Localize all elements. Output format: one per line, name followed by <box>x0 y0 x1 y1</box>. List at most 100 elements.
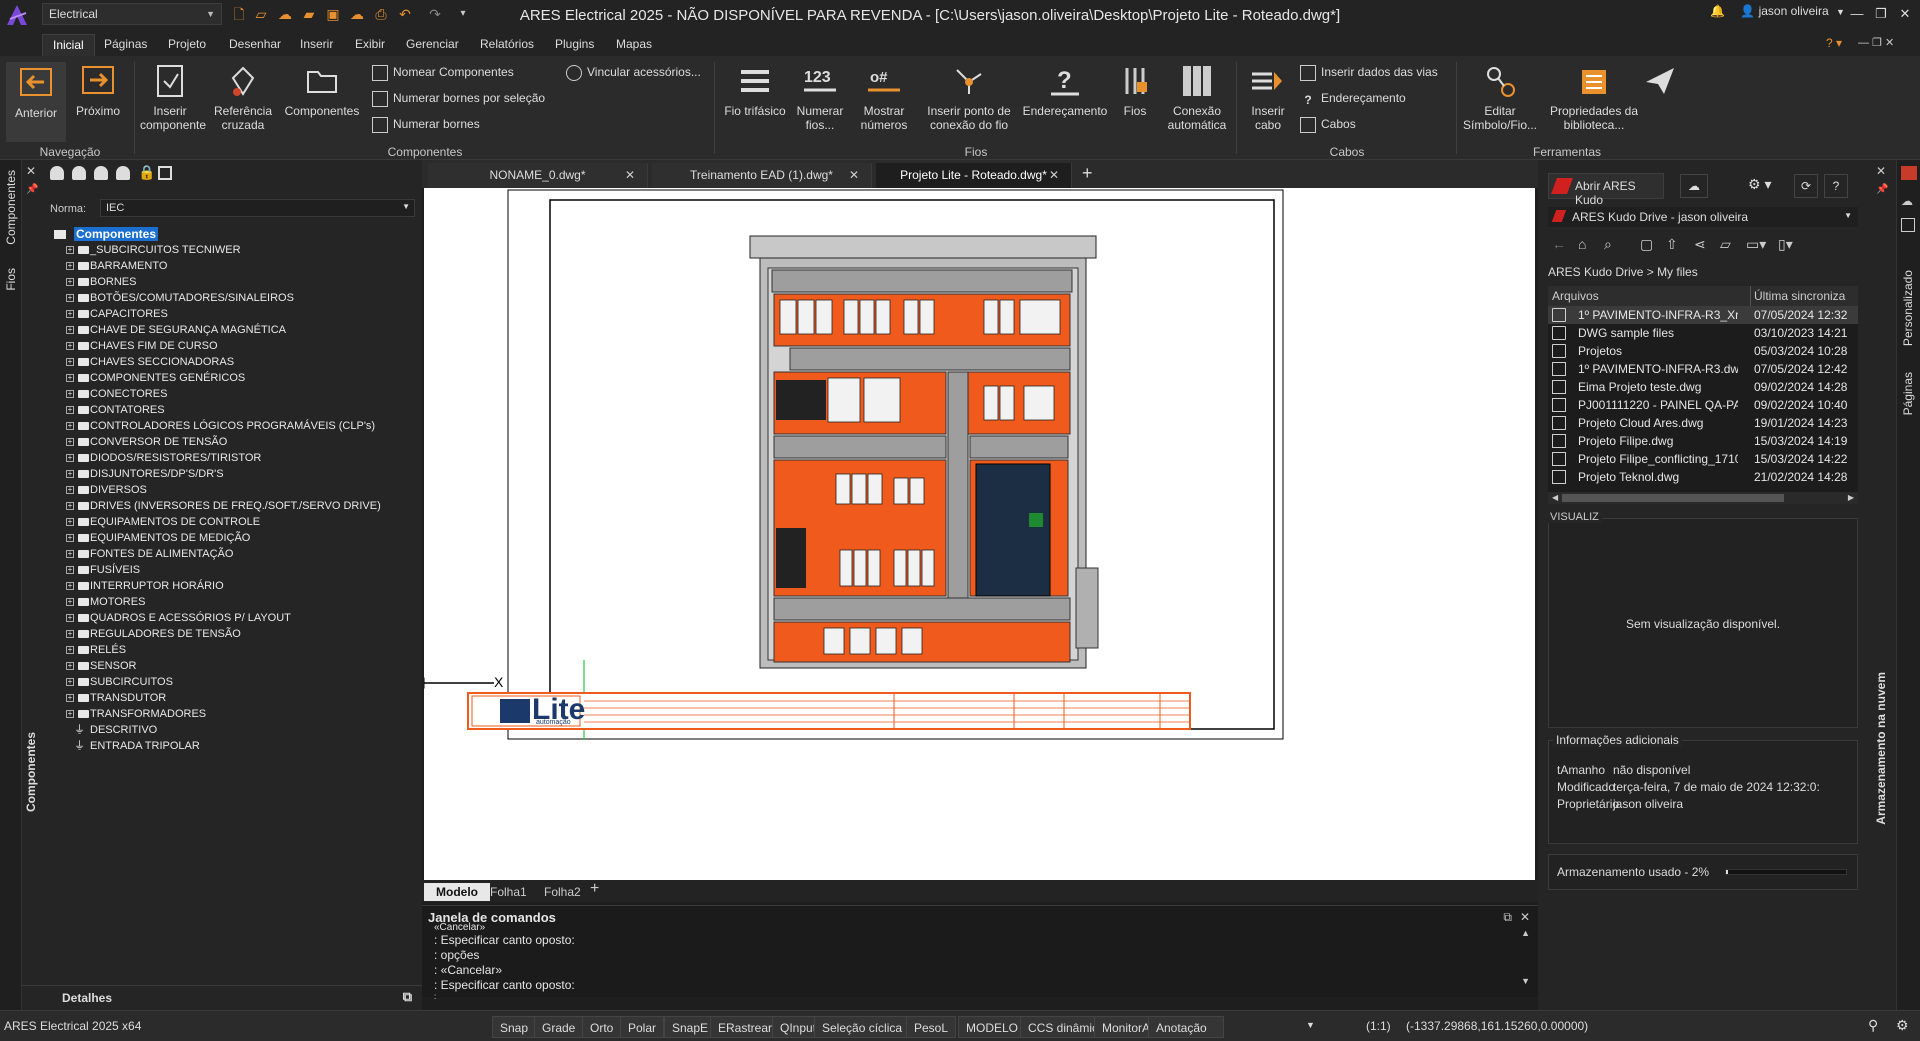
tree-folder[interactable]: + BOTÕES/COMUTADORES/SINALEIROS <box>50 290 420 306</box>
new-tab-icon[interactable]: + <box>1082 163 1093 184</box>
print-icon[interactable]: ⎙ <box>372 5 390 23</box>
tree-folder[interactable]: + CHAVE DE SEGURANÇA MAGNÉTICA <box>50 322 420 338</box>
menu-desenhar[interactable]: Desenhar <box>219 34 291 56</box>
bottom-tab-componentes[interactable]: Componentes <box>24 732 38 812</box>
expand-icon[interactable]: + <box>66 374 74 382</box>
status-toggle[interactable]: Grade <box>534 1016 584 1038</box>
home-icon[interactable]: ⌂ <box>1578 236 1586 252</box>
cloud-open-icon[interactable]: ☁ <box>276 5 294 23</box>
expand-icon[interactable]: + <box>66 358 74 366</box>
expand-icon[interactable]: + <box>66 630 74 638</box>
file-row[interactable]: Eima Projeto teste.dwg 09/02/2024 14:28 <box>1548 378 1858 396</box>
expand-icon[interactable]: + <box>66 710 74 718</box>
pages-icon[interactable] <box>1901 218 1915 232</box>
kudo-strip-icon[interactable] <box>1901 166 1917 180</box>
tree-folder[interactable]: + FONTES DE ALIMENTAÇÃO <box>50 546 420 562</box>
expand-icon[interactable]: + <box>66 662 74 670</box>
tree-folder[interactable]: + QUADROS E ACESSÓRIOS P/ LAYOUT <box>50 610 420 626</box>
mostrar-numeros-button[interactable]: o# Mostrar números <box>852 62 916 132</box>
doc-tab-projeto-lite[interactable]: Projeto Lite - Roteado.dwg* ✕ <box>876 163 1072 188</box>
numerar-fios-button[interactable]: 123 Numerar fios... <box>792 62 848 132</box>
file-row[interactable]: DWG sample files 03/10/2023 14:21 <box>1548 324 1858 342</box>
expand-icon[interactable]: + <box>66 438 74 446</box>
scroll-right-icon[interactable]: ▶ <box>1848 493 1854 502</box>
file-row[interactable]: Projeto Cloud Ares.dwg 19/01/2024 14:23 <box>1548 414 1858 432</box>
open-file-icon[interactable]: ▱ <box>252 5 270 23</box>
cmd-prompt[interactable]: : <box>434 992 436 1001</box>
menu-inserir[interactable]: Inserir <box>290 34 343 56</box>
tree-folder[interactable]: + CONTATORES <box>50 402 420 418</box>
inserir-dados-vias-button[interactable]: Inserir dados das vias <box>1300 63 1438 81</box>
close-tab-icon[interactable]: ✕ <box>625 163 635 188</box>
expand-icon[interactable]: + <box>66 310 74 318</box>
tree-folder[interactable]: + DIVERSOS <box>50 482 420 498</box>
close-panel-icon[interactable]: ✕ <box>1876 164 1886 178</box>
conexao-automatica-button[interactable]: Conexão automática <box>1164 62 1230 132</box>
vincular-acessorios-button[interactable]: Vincular acessórios... <box>566 63 701 81</box>
scroll-down-icon[interactable]: ▼ <box>1521 976 1530 986</box>
expand-icon[interactable]: + <box>66 582 74 590</box>
tree-folder[interactable]: + COMPONENTES GENÉRICOS <box>50 370 420 386</box>
maximize-icon[interactable]: ❐ <box>1870 4 1892 24</box>
status-toggle[interactable]: ERastrear <box>710 1016 781 1038</box>
menu-exibir[interactable]: Exibir <box>345 34 395 56</box>
pin-icon[interactable]: 📌 <box>1876 184 1888 195</box>
tree-folder[interactable]: + EQUIPAMENTOS DE CONTROLE <box>50 514 420 530</box>
inserir-componente-button[interactable]: Inserir componente <box>140 62 206 132</box>
command-window[interactable]: Janela de comandos ⧉ ✕ «Cancelar» : Espe… <box>422 905 1538 1001</box>
file-row[interactable]: 1º PAVIMENTO-INFRA-R3_Xrefs 07/05/2024 12… <box>1548 306 1858 324</box>
menu-gerenciar[interactable]: Gerenciar <box>396 34 469 56</box>
menu-paginas[interactable]: Páginas <box>94 34 157 56</box>
menu-mapas[interactable]: Mapas <box>606 34 662 56</box>
back-icon[interactable]: ← <box>1552 236 1566 252</box>
side-tab-componentes[interactable]: Componentes <box>4 170 18 245</box>
chevron-down-icon[interactable]: ▼ <box>1306 1020 1315 1030</box>
scale-readout[interactable]: (1:1) <box>1366 1019 1391 1033</box>
expand-icon[interactable]: + <box>66 566 74 574</box>
tree-folder[interactable]: + TRANSFORMADORES <box>50 706 420 722</box>
send-button[interactable] <box>1640 62 1680 104</box>
search-icon[interactable]: ⌕ <box>1604 236 1612 253</box>
new-file-icon[interactable]: ▯▾ <box>1778 236 1793 253</box>
fios-button[interactable]: Fios <box>1112 62 1158 118</box>
file-row[interactable]: Projeto Teknol.dwg 21/02/2024 14:28 <box>1548 468 1858 486</box>
status-toggle[interactable]: Snap <box>492 1016 537 1038</box>
tree-folder[interactable]: + SUBCIRCUITOS <box>50 674 420 690</box>
horizontal-scrollbar[interactable]: ◀ ▶ <box>1548 492 1858 504</box>
tree-folder[interactable]: + DIODOS/RESISTORES/TIRISTOR <box>50 450 420 466</box>
close-icon[interactable]: ✕ <box>1520 910 1530 924</box>
tree-folder[interactable]: + CONVERSOR DE TENSÃO <box>50 434 420 450</box>
move-icon[interactable]: ▭▾ <box>1746 236 1766 253</box>
file-row[interactable]: Projeto Filipe.dwg 15/03/2024 14:19 <box>1548 432 1858 450</box>
menu-relatorios[interactable]: Relatórios <box>470 34 544 56</box>
edit-symbol-icon[interactable] <box>94 166 108 180</box>
referencia-cruzada-button[interactable]: Referência cruzada <box>210 62 276 132</box>
side-tab-fios[interactable]: Fios <box>4 268 18 291</box>
doc-window-controls[interactable]: — ❐ ✕ <box>1858 36 1894 49</box>
help-icon[interactable]: ? ▾ <box>1826 36 1842 50</box>
fio-trifasico-button[interactable]: Fio trifásico <box>720 62 790 118</box>
tree-folder[interactable]: + RELÉS <box>50 642 420 658</box>
help-icon[interactable]: ? <box>1824 174 1848 198</box>
location-icon[interactable]: ⚲ <box>1868 1017 1878 1034</box>
open-kudo-button[interactable]: Abrir ARES Kudo <box>1548 173 1664 207</box>
details-bar[interactable]: Detalhes ⧉ <box>22 985 422 1007</box>
norma-select[interactable]: IEC ▼ <box>100 199 415 217</box>
tree-symbol[interactable]: ⏚ ENTRADA TRIPOLAR <box>50 738 420 754</box>
anterior-button[interactable]: Anterior <box>6 62 66 142</box>
status-toggle[interactable]: Seleção cíclica <box>814 1016 911 1038</box>
sheet-tab-folha1[interactable]: Folha1 <box>478 883 539 901</box>
cloud-save-icon[interactable]: ☁ <box>348 5 366 23</box>
componentes-button[interactable]: Componentes <box>284 62 360 118</box>
expand-icon[interactable]: + <box>66 550 74 558</box>
add-sheet-icon[interactable]: + <box>590 880 599 898</box>
cloud-storage-tab[interactable]: Armazenamento na nuvem <box>1874 672 1888 825</box>
column-files[interactable]: Arquivos <box>1552 289 1599 303</box>
tree-folder[interactable]: + CONTROLADORES LÓGICOS PROGRAMÁVEIS (CLP… <box>50 418 420 434</box>
numerar-bornes-selecao-button[interactable]: Numerar bornes por seleção <box>372 89 545 107</box>
file-row[interactable]: Projeto Filipe_conflicting_1710... 15/03/… <box>1548 450 1858 468</box>
propriedades-biblioteca-button[interactable]: Propriedades da biblioteca... <box>1544 62 1644 132</box>
expand-icon[interactable]: + <box>66 342 74 350</box>
file-row[interactable]: PJ001111220 - PAINEL QA-PAV... 09/02/2024… <box>1548 396 1858 414</box>
tree-root[interactable]: Componentes <box>50 226 420 242</box>
